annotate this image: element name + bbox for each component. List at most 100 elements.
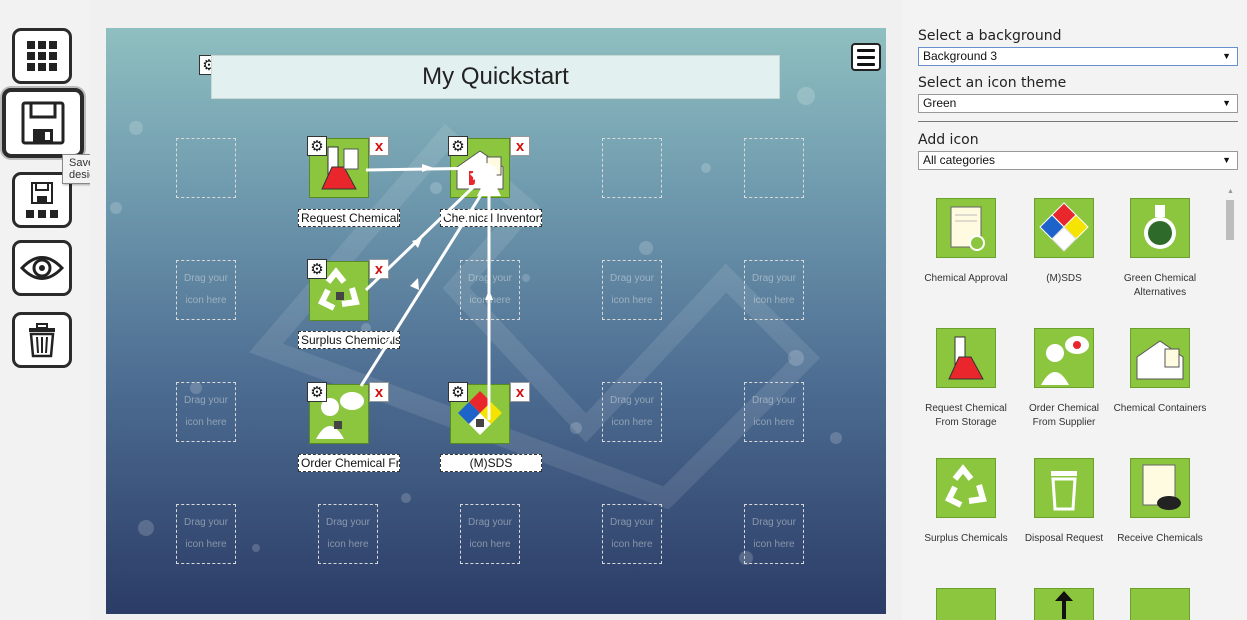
- palette-item-label: Disposal Request: [1024, 533, 1104, 544]
- remove-icon-button[interactable]: x: [510, 382, 530, 402]
- palette-item[interactable]: Order Chemical From Supplier: [1016, 328, 1112, 430]
- bin-icon: [1130, 588, 1190, 620]
- palette-item[interactable]: Request Chemical From Storage: [918, 328, 1014, 430]
- drop-slot[interactable]: Drag your icon here: [176, 382, 236, 442]
- trash-icon: [29, 323, 55, 358]
- drop-slot-line1: Drag your: [610, 395, 654, 406]
- drop-slot[interactable]: Drag your icon here: [602, 382, 662, 442]
- palette-item-label: Request Chemical From Storage: [925, 403, 1007, 428]
- palette-item-label: Chemical Approval: [924, 273, 1008, 284]
- page-title[interactable]: My Quickstart: [211, 55, 780, 99]
- drop-slot-line2: icon here: [611, 539, 653, 550]
- drop-slot-line2: icon here: [611, 417, 653, 428]
- scientist-icon: [1041, 336, 1089, 385]
- drop-slot[interactable]: [744, 138, 804, 198]
- icon-theme-select-value: Green: [923, 96, 957, 110]
- floppy-disk-icon: [21, 101, 65, 145]
- gear-icon: ⚙: [310, 260, 324, 278]
- palette-item-label: Order Chemical From Supplier: [1028, 403, 1100, 428]
- drop-slot-text: Drag your icon here: [184, 268, 228, 312]
- menu-button[interactable]: [851, 43, 881, 71]
- palette-item[interactable]: (M)SDS: [1016, 198, 1112, 286]
- drop-slot[interactable]: [176, 138, 236, 198]
- globe-flask-icon: [1144, 205, 1176, 249]
- icon-theme-select[interactable]: Green ▼: [918, 94, 1238, 113]
- remove-icon-button[interactable]: x: [510, 136, 530, 156]
- remove-icon-button[interactable]: x: [369, 382, 389, 402]
- recycle-symbol: [944, 464, 987, 508]
- placed-icon-chemical-inventory[interactable]: ⚙ x: [448, 136, 530, 200]
- palette-item[interactable]: [1016, 588, 1112, 620]
- drop-slot[interactable]: Drag your icon here: [460, 260, 520, 320]
- drop-slot-text: Drag your icon here: [610, 268, 654, 312]
- quickstart-canvas[interactable]: ⚙ My Quickstart Drag your icon here Drag …: [106, 28, 886, 614]
- placed-icon-request-chemical[interactable]: ⚙ x: [307, 136, 389, 200]
- icon-settings-button[interactable]: ⚙: [448, 136, 468, 156]
- palette-item[interactable]: Surplus Chemicals: [918, 458, 1014, 546]
- placed-icon-surplus-chemicals[interactable]: ⚙ x: [307, 259, 389, 323]
- background-select[interactable]: Background 3 ▼: [918, 47, 1238, 66]
- icon-label[interactable]: Chemical Inventory: [440, 209, 542, 227]
- nfpa-diamond-icon: [1039, 202, 1089, 252]
- handshake-document-icon: [1142, 464, 1181, 510]
- palette-item[interactable]: Green Chemical Alternatives: [1112, 198, 1208, 300]
- drop-slot-line1: Drag your: [184, 395, 228, 406]
- gear-icon: ⚙: [310, 383, 324, 401]
- background-label: Select a background: [918, 28, 1062, 44]
- drop-slot[interactable]: Drag your icon here: [602, 260, 662, 320]
- grid-layout-button[interactable]: [12, 28, 72, 84]
- drop-slot[interactable]: Drag your icon here: [744, 260, 804, 320]
- drop-slot[interactable]: Drag your icon here: [318, 504, 378, 564]
- drop-slot[interactable]: Drag your icon here: [744, 382, 804, 442]
- category-select[interactable]: All categories ▼: [918, 151, 1238, 170]
- chevron-down-icon: ▼: [1222, 98, 1231, 108]
- icon-settings-button[interactable]: ⚙: [307, 382, 327, 402]
- scrollbar-thumb[interactable]: [1226, 200, 1234, 240]
- chevron-down-icon: ▼: [1222, 155, 1231, 165]
- grid-icon: [27, 41, 57, 71]
- drop-slot-text: Drag your icon here: [752, 268, 796, 312]
- icon-label[interactable]: (M)SDS: [440, 454, 542, 472]
- palette-item[interactable]: Receive Chemicals: [1112, 458, 1208, 546]
- drop-slot-line1: Drag your: [752, 395, 796, 406]
- delete-design-button[interactable]: [12, 312, 72, 368]
- drop-slot[interactable]: Drag your icon here: [176, 504, 236, 564]
- trash-icon: [1034, 458, 1094, 518]
- preview-button[interactable]: [12, 240, 72, 296]
- drop-slot-line2: icon here: [753, 417, 795, 428]
- drop-slot-line1: Drag your: [610, 273, 654, 284]
- palette-item[interactable]: [1112, 588, 1208, 620]
- remove-icon-button[interactable]: x: [369, 136, 389, 156]
- icon-label[interactable]: Order Chemical From Supplier: [298, 454, 400, 472]
- placed-icon-msds[interactable]: ⚙ x: [448, 382, 530, 446]
- palette-item[interactable]: Disposal Request: [1016, 458, 1112, 546]
- drop-slot[interactable]: Drag your icon here: [602, 504, 662, 564]
- icon-label[interactable]: Surplus Chemicals: [298, 331, 400, 349]
- palette-item[interactable]: Chemical Containers: [1112, 328, 1208, 416]
- icon-settings-button[interactable]: ⚙: [307, 136, 327, 156]
- drop-slot-line2: icon here: [469, 295, 511, 306]
- drop-slot-line1: Drag your: [752, 273, 796, 284]
- msds-icon: [1034, 198, 1094, 258]
- icon-label[interactable]: Request Chemical: [298, 209, 400, 227]
- panel-divider: [918, 121, 1238, 122]
- icon-settings-button[interactable]: ⚙: [448, 382, 468, 402]
- save-design-button[interactable]: [2, 88, 84, 158]
- palette-item[interactable]: [918, 588, 1014, 620]
- drop-slot[interactable]: [602, 138, 662, 198]
- drop-slot[interactable]: Drag your icon here: [744, 504, 804, 564]
- drop-slot[interactable]: Drag your icon here: [460, 504, 520, 564]
- background-select-value: Background 3: [923, 49, 998, 63]
- gear-icon: ⚙: [310, 137, 324, 155]
- placed-icon-order-chemical[interactable]: ⚙ x: [307, 382, 389, 446]
- drop-slot-text: Drag your icon here: [326, 512, 370, 556]
- remove-icon-button[interactable]: x: [369, 259, 389, 279]
- drop-slot-line1: Drag your: [752, 517, 796, 528]
- scroll-up-icon[interactable]: ▲: [1227, 188, 1234, 195]
- drop-slot[interactable]: Drag your icon here: [176, 260, 236, 320]
- drop-slot-text: Drag your icon here: [184, 512, 228, 556]
- icon-settings-button[interactable]: ⚙: [307, 259, 327, 279]
- palette-item[interactable]: Chemical Approval: [918, 198, 1014, 286]
- up-arrow-symbol: [1055, 591, 1073, 619]
- palette-scrollbar[interactable]: ▲: [1224, 188, 1236, 620]
